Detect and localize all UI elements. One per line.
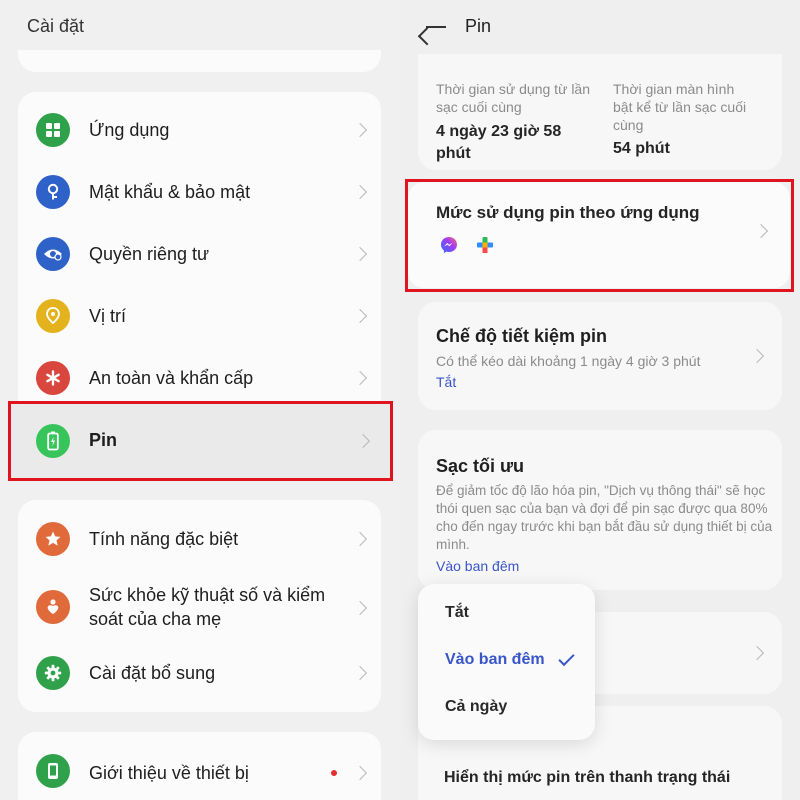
- settings-panel: Cài đặt Ứng dụng Mật khẩu & bảo mật Quyề…: [0, 0, 400, 800]
- usage-stats-card: Thời gian sử dụng từ lần sạc cuối cùng 4…: [418, 54, 782, 170]
- sidebar-item-location[interactable]: Vị trí: [18, 285, 381, 347]
- battery-saver-desc: Có thể kéo dài khoảng 1 ngày 4 giờ 3 phú…: [436, 353, 701, 369]
- sidebar-item-label: Vị trí: [89, 306, 127, 326]
- sidebar-item-label: An toàn và khẩn cấp: [89, 368, 254, 388]
- sidebar-item-label: Tính năng đặc biệt: [89, 529, 239, 549]
- wellbeing-icon: [36, 590, 70, 624]
- chevron-right-icon: [352, 370, 368, 386]
- header: Pin: [400, 0, 800, 54]
- privacy-eye-icon: [36, 237, 70, 271]
- apps-icon: [36, 113, 70, 147]
- usage-time-value: 4 ngày 23 giờ 58: [436, 123, 562, 140]
- page-title: Pin: [465, 16, 492, 36]
- sidebar-item-label: Mật khẩu & bảo mật: [89, 182, 251, 202]
- usage-time-label: Thời gian sử dụng từ lần: [436, 81, 591, 97]
- sidebar-item-label: Sức khỏe kỹ thuật số và kiểm: [89, 585, 326, 605]
- usage-time-label-line2: sạc cuối cùng: [436, 99, 522, 115]
- star-icon: [36, 522, 70, 556]
- settings-group-3: Giới thiệu về thiết bị: [18, 732, 381, 800]
- sidebar-item-label-line2: soát của cha mẹ: [89, 609, 222, 629]
- optimized-charging-desc: Để giảm tốc độ lão hóa pin, "Dịch vụ thô…: [436, 483, 766, 498]
- sidebar-item-special-features[interactable]: Tính năng đặc biệt: [18, 508, 381, 570]
- charging-mode-dropdown: Tắt Vào ban đêm Cả ngày: [418, 584, 595, 740]
- usage-time-value-line2: phút: [436, 145, 471, 162]
- back-arrow-icon[interactable]: [426, 26, 446, 28]
- option-off[interactable]: Tắt: [445, 604, 469, 622]
- sidebar-item-apps[interactable]: Ứng dụng: [18, 99, 381, 161]
- gear-icon: [36, 656, 70, 690]
- optimized-charging-desc-line4: mình.: [436, 537, 470, 552]
- battery-saver-card[interactable]: Chế độ tiết kiệm pin Có thể kéo dài khoả…: [418, 302, 782, 410]
- sidebar-item-label: Giới thiệu về thiết bị: [89, 763, 249, 783]
- chevron-right-icon: [749, 348, 765, 364]
- screen-time-label-line2: bật kể từ lần sạc cuối: [613, 99, 747, 115]
- optimized-charging-title: Sạc tối ưu: [436, 456, 525, 476]
- emergency-icon: [36, 361, 70, 395]
- chevron-right-icon: [352, 184, 368, 200]
- chevron-right-icon: [352, 246, 368, 262]
- highlight-box: [8, 401, 393, 481]
- chevron-right-icon: [352, 531, 368, 547]
- battery-saver-state: Tắt: [436, 374, 457, 390]
- chevron-right-icon: [352, 122, 368, 138]
- sidebar-item-digital-wellbeing[interactable]: Sức khỏe kỹ thuật số và kiểm soát của ch…: [18, 574, 381, 644]
- chevron-right-icon: [352, 765, 368, 781]
- key-icon: [36, 175, 70, 209]
- sidebar-item-privacy[interactable]: Quyền riêng tư: [18, 223, 381, 285]
- screen-time-label: Thời gian màn hình: [613, 81, 735, 97]
- phone-icon: [36, 754, 70, 788]
- chevron-right-icon: [352, 600, 368, 616]
- chevron-right-icon: [352, 665, 368, 681]
- sidebar-item-password-security[interactable]: Mật khẩu & bảo mật: [18, 161, 381, 223]
- optimized-charging-desc-line2: thói quen sạc của bạn và đợi để pin sạc …: [436, 501, 768, 516]
- sidebar-item-label: Quyền riêng tư: [89, 244, 210, 264]
- chevron-right-icon: [352, 308, 368, 324]
- settings-group-2: Tính năng đặc biệt Sức khỏe kỹ thuật số …: [18, 500, 381, 712]
- sidebar-item-additional-settings[interactable]: Cài đặt bổ sung: [18, 642, 381, 704]
- option-all-day[interactable]: Cả ngày: [445, 698, 507, 716]
- highlight-box: [405, 179, 794, 292]
- screen-time-value: 54 phút: [613, 140, 670, 157]
- sidebar-item-label: Cài đặt bổ sung: [89, 663, 216, 683]
- battery-saver-title: Chế độ tiết kiệm pin: [436, 326, 608, 346]
- notification-dot: [331, 770, 337, 776]
- sidebar-item-label: Ứng dụng: [89, 120, 170, 140]
- previous-card: [18, 50, 381, 72]
- location-icon: [36, 299, 70, 333]
- sidebar-item-about-device[interactable]: Giới thiệu về thiết bị: [18, 740, 381, 800]
- page-title: Cài đặt: [27, 16, 85, 36]
- option-night[interactable]: Vào ban đêm: [445, 651, 545, 669]
- show-battery-percentage-option[interactable]: Hiển thị mức pin trên thanh trạng thái: [444, 767, 730, 789]
- optimized-charging-desc-line3: cho đến ngay trước khi bạn bắt đầu sử dụ…: [436, 519, 773, 534]
- sidebar-item-safety-emergency[interactable]: An toàn và khẩn cấp: [18, 347, 381, 409]
- screen-time-label-line3: cùng: [613, 117, 644, 133]
- optimized-charging-card[interactable]: Sạc tối ưu Để giảm tốc độ lão hóa pin, "…: [418, 430, 782, 590]
- chevron-right-icon: [749, 645, 765, 661]
- checkmark-icon: [558, 649, 575, 667]
- optimized-charging-value: Vào ban đêm: [436, 558, 520, 574]
